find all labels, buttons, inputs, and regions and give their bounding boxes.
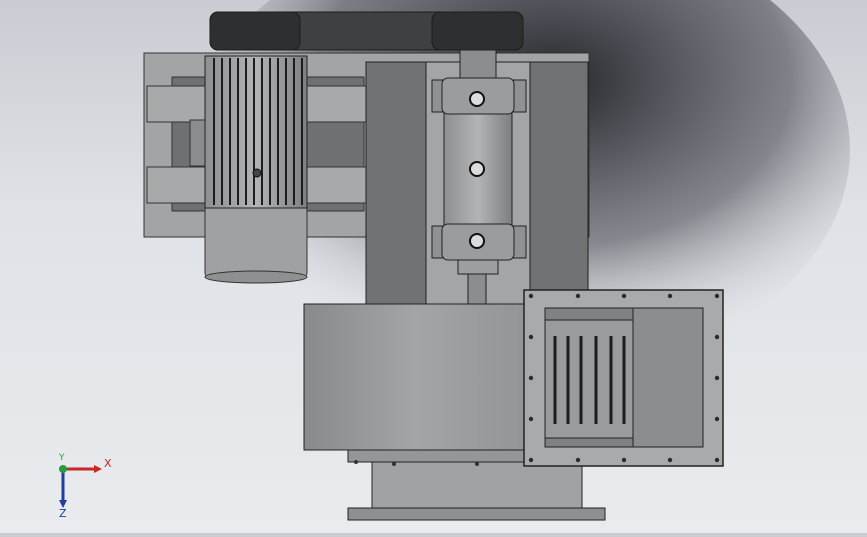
model-render[interactable] — [0, 0, 867, 533]
belt-guard[interactable] — [209, 11, 524, 51]
outlet-flange[interactable] — [523, 289, 724, 467]
y-axis-dot — [59, 465, 67, 473]
x-axis-label: X — [104, 457, 112, 470]
z-axis-label: Z — [59, 507, 67, 520]
y-axis-label: Y — [59, 453, 65, 463]
x-axis-arrowhead — [94, 465, 102, 473]
cad-viewport[interactable]: X Y Z — [0, 0, 867, 533]
view-orientation-triad[interactable]: X Y Z — [48, 452, 118, 520]
electric-motor[interactable] — [204, 55, 308, 284]
